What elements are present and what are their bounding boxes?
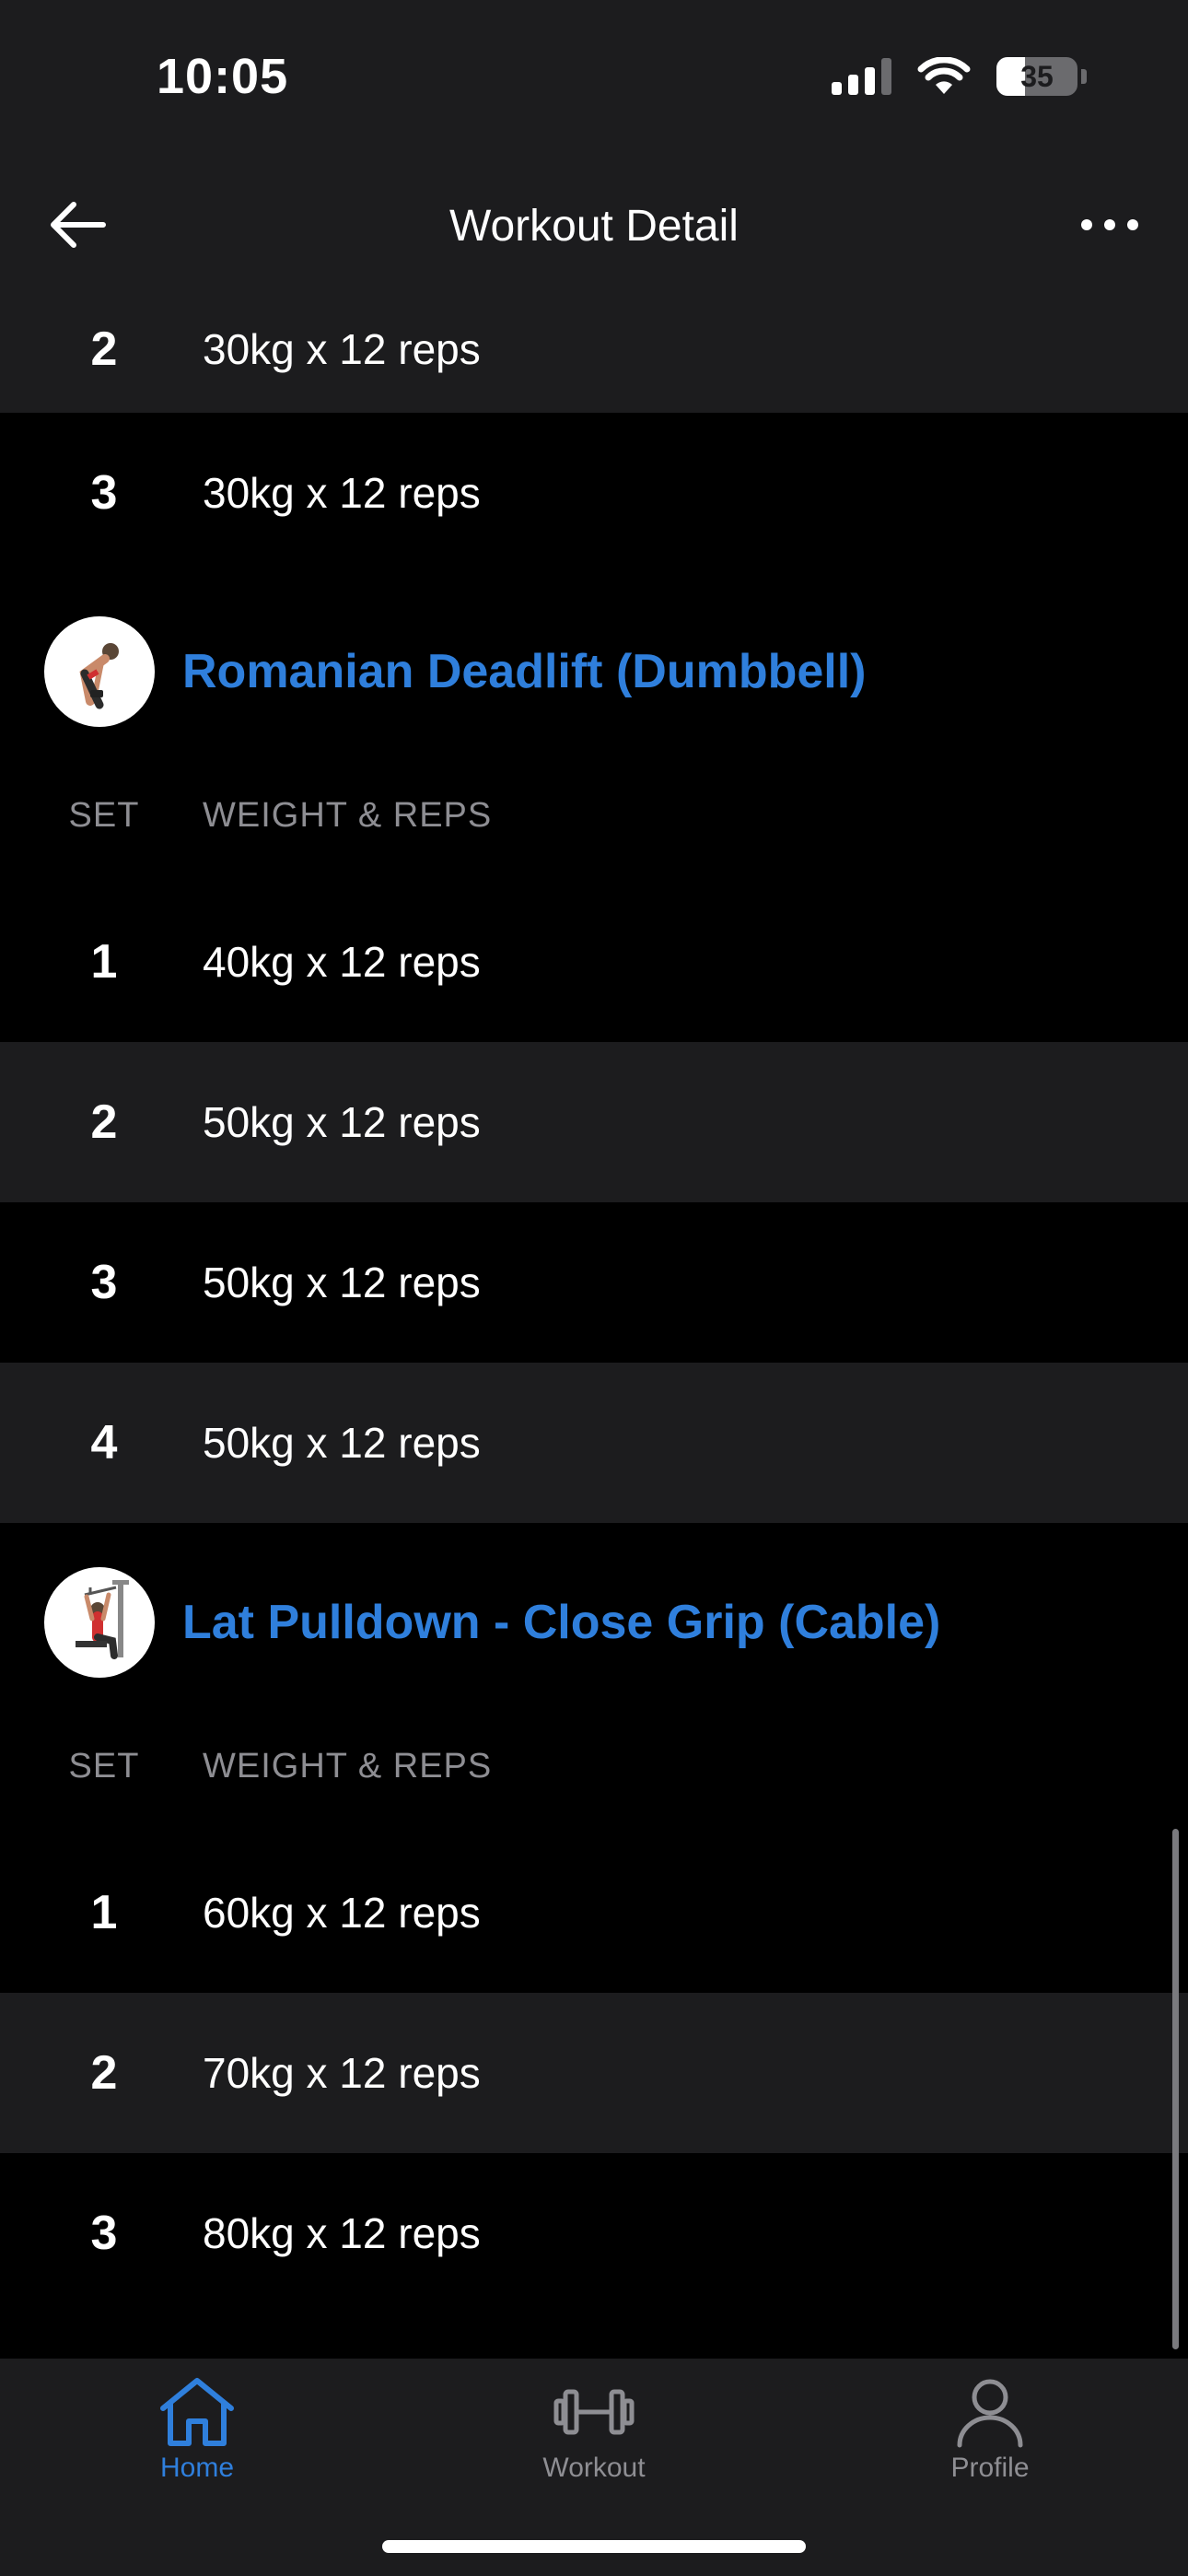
- set-weight-reps: 40kg x 12 reps: [203, 938, 481, 986]
- set-number: 1: [90, 935, 118, 989]
- tab-home[interactable]: Home: [77, 2375, 317, 2484]
- home-icon: [160, 2378, 234, 2446]
- set-number: 3: [90, 466, 118, 520]
- set-weight-reps: 70kg x 12 reps: [203, 2049, 481, 2097]
- set-row: 1 40kg x 12 reps: [0, 882, 1188, 1042]
- exercise-thumbnail: [44, 1567, 155, 1678]
- tab-workout[interactable]: Workout: [474, 2375, 714, 2484]
- exercise-header[interactable]: Lat Pulldown - Close Grip (Cable): [0, 1563, 1188, 1682]
- set-number: 4: [90, 1416, 118, 1469]
- set-number: 2: [90, 2046, 118, 2100]
- set-number: 3: [90, 2207, 118, 2260]
- status-icons: 35: [832, 57, 1087, 96]
- battery-level: 35: [1020, 60, 1054, 93]
- more-options-icon[interactable]: [1077, 206, 1142, 243]
- column-headers: SET WEIGHT & REPS: [0, 778, 1188, 851]
- set-row: 2 70kg x 12 reps: [0, 1993, 1188, 2153]
- deadlift-figure-icon: [79, 643, 119, 709]
- set-weight-reps: 60kg x 12 reps: [203, 1889, 481, 1937]
- set-number: 2: [90, 322, 118, 376]
- set-row: 3 80kg x 12 reps: [0, 2153, 1188, 2313]
- set-number: 1: [90, 1886, 118, 1939]
- tab-label: Profile: [950, 2453, 1030, 2483]
- tab-label: Workout: [542, 2453, 646, 2483]
- status-bar: 10:05 35: [0, 0, 1188, 166]
- set-row: 3 30kg x 12 reps: [0, 413, 1188, 573]
- weight-reps-column-header: WEIGHT & REPS: [203, 796, 493, 835]
- tab-label: Home: [159, 2453, 235, 2483]
- column-headers: SET WEIGHT & REPS: [0, 1728, 1188, 1802]
- dumbbell-icon: [553, 2389, 635, 2435]
- home-indicator[interactable]: [382, 2540, 806, 2553]
- set-weight-reps: 50kg x 12 reps: [203, 1098, 481, 1146]
- battery-cap: [1081, 69, 1087, 84]
- exercise-name[interactable]: Lat Pulldown - Close Grip (Cable): [182, 1595, 940, 1650]
- navigation-bar: Workout Detail: [0, 166, 1188, 286]
- set-weight-reps: 30kg x 12 reps: [203, 325, 481, 373]
- battery-icon: 35: [996, 57, 1077, 96]
- exercise-header[interactable]: Romanian Deadlift (Dumbbell): [0, 612, 1188, 732]
- set-row: 3 50kg x 12 reps: [0, 1202, 1188, 1363]
- exercise-thumbnail: [44, 616, 155, 727]
- lat-pulldown-figure-icon: [76, 1580, 129, 1659]
- status-time: 10:05: [157, 49, 289, 104]
- set-weight-reps: 50kg x 12 reps: [203, 1419, 481, 1467]
- set-row: 4 50kg x 12 reps: [0, 1363, 1188, 1523]
- set-column-header: SET: [68, 796, 140, 835]
- wifi-icon: [917, 57, 971, 94]
- scrollbar[interactable]: [1172, 1829, 1179, 2349]
- tab-profile[interactable]: Profile: [870, 2375, 1110, 2484]
- exercise-name[interactable]: Romanian Deadlift (Dumbbell): [182, 644, 866, 699]
- weight-reps-column-header: WEIGHT & REPS: [203, 1747, 493, 1786]
- set-row: 1 60kg x 12 reps: [0, 1832, 1188, 1993]
- set-row: 2 50kg x 12 reps: [0, 1042, 1188, 1202]
- set-row: 2 30kg x 12 reps: [0, 286, 1188, 413]
- set-weight-reps: 30kg x 12 reps: [203, 469, 481, 517]
- cellular-signal-icon: [832, 58, 891, 95]
- set-column-header: SET: [68, 1747, 140, 1786]
- set-number: 2: [90, 1095, 118, 1149]
- set-number: 3: [90, 1256, 118, 1309]
- page-title: Workout Detail: [449, 202, 739, 251]
- set-weight-reps: 80kg x 12 reps: [203, 2209, 481, 2257]
- set-weight-reps: 50kg x 12 reps: [203, 1259, 481, 1306]
- profile-icon: [957, 2379, 1023, 2448]
